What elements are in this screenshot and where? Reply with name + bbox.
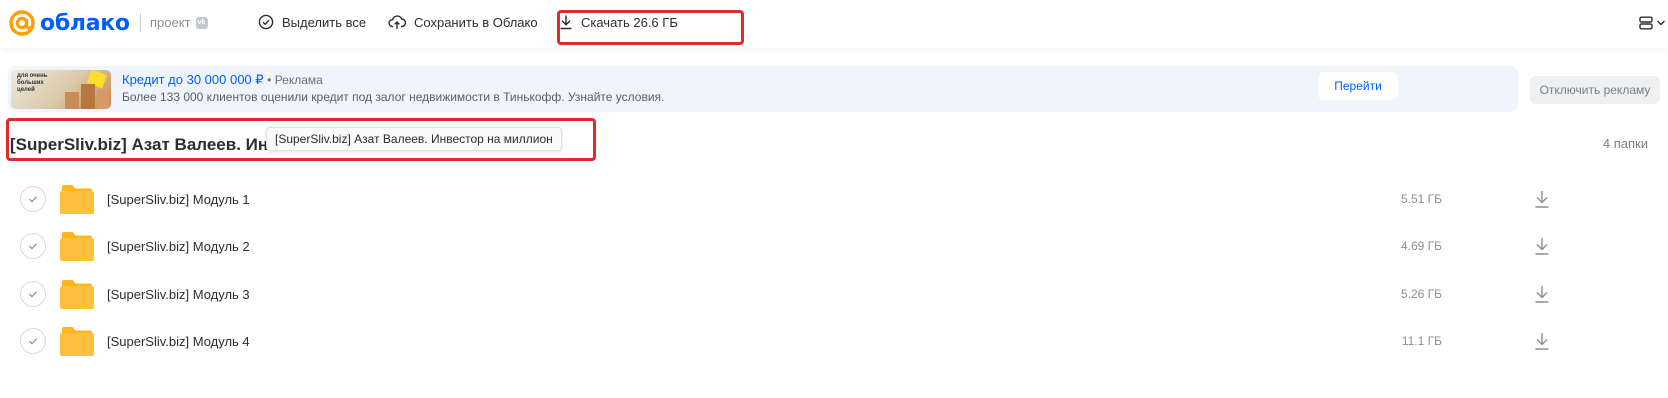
logo-divider [140,14,141,32]
ad-image-shape [65,92,79,109]
ad-image: для очень больших целей [11,70,111,109]
download-icon[interactable] [1533,236,1551,256]
item-name[interactable]: [SuperSliv.biz] Модуль 3 [107,287,250,302]
vk-badge-icon: vk [195,16,208,29]
cloud-upload-icon [388,15,406,29]
item-size: 4.69 ГБ [1400,239,1442,253]
title-highlight-box [6,118,596,161]
check-icon [29,243,37,250]
ad-go-button[interactable]: Перейти [1318,72,1398,100]
at-logo-icon [9,10,35,36]
list-item[interactable]: [SuperSliv.biz] Модуль 3 5.26 ГБ [0,272,1668,318]
ad-description: Более 133 000 клиентов оценили кредит по… [122,90,665,104]
select-checkbox[interactable] [20,233,46,259]
ad-image-text: для очень больших целей [17,73,48,93]
logo-text: облако [40,10,130,36]
ad-image-shape [81,84,95,109]
ad-banner[interactable]: для очень больших целей Кредит до 30 000… [8,66,1518,112]
chevron-down-icon [1657,20,1665,26]
view-toggle-icon [1639,16,1653,30]
download-icon[interactable] [1533,189,1551,209]
select-checkbox[interactable] [20,328,46,354]
ad-title[interactable]: Кредит до 30 000 000 ₽ • Реклама [122,72,323,88]
view-toggle-button[interactable] [1638,15,1666,31]
ad-marker: • Реклама [267,73,323,87]
ad-title-text: Кредит до 30 000 000 ₽ [122,72,264,87]
item-size: 11.1 ГБ [1401,334,1442,348]
folder-count: 4 папки [1602,136,1648,151]
item-size: 5.26 ГБ [1400,287,1442,301]
select-checkbox[interactable] [20,281,46,307]
folder-icon [60,280,94,309]
download-highlight-box [557,10,744,45]
ad-image-shape [97,90,109,109]
check-icon [29,291,37,298]
folder-icon [60,185,94,214]
download-icon[interactable] [1533,331,1551,351]
project-text: проект [150,15,191,30]
download-icon[interactable] [1533,284,1551,304]
select-all-button[interactable]: Выделить все [258,14,366,30]
save-to-cloud-label: Сохранить в Облако [414,14,538,30]
select-checkbox[interactable] [20,186,46,212]
disable-ads-button[interactable]: Отключить рекламу [1530,76,1660,104]
item-name[interactable]: [SuperSliv.biz] Модуль 2 [107,239,250,254]
top-toolbar: облако проект vk Выделить все Сохранить … [0,0,1668,48]
item-size: 5.51 ГБ [1400,192,1442,206]
folder-icon [60,232,94,261]
check-icon [29,338,37,345]
select-all-label: Выделить все [282,14,367,30]
project-label: проект vk [150,15,208,30]
check-icon [29,196,37,203]
folder-icon [60,327,94,356]
list-item[interactable]: [SuperSliv.biz] Модуль 4 11.1 ГБ [0,319,1668,365]
list-item[interactable]: [SuperSliv.biz] Модуль 2 4.69 ГБ [0,224,1668,270]
item-name[interactable]: [SuperSliv.biz] Модуль 1 [107,192,250,207]
check-circle-icon [258,14,274,30]
list-item[interactable]: [SuperSliv.biz] Модуль 1 5.51 ГБ [0,177,1668,223]
save-to-cloud-button[interactable]: Сохранить в Облако [388,14,538,30]
cloud-logo[interactable]: облако [8,8,130,38]
item-name[interactable]: [SuperSliv.biz] Модуль 4 [107,334,250,349]
